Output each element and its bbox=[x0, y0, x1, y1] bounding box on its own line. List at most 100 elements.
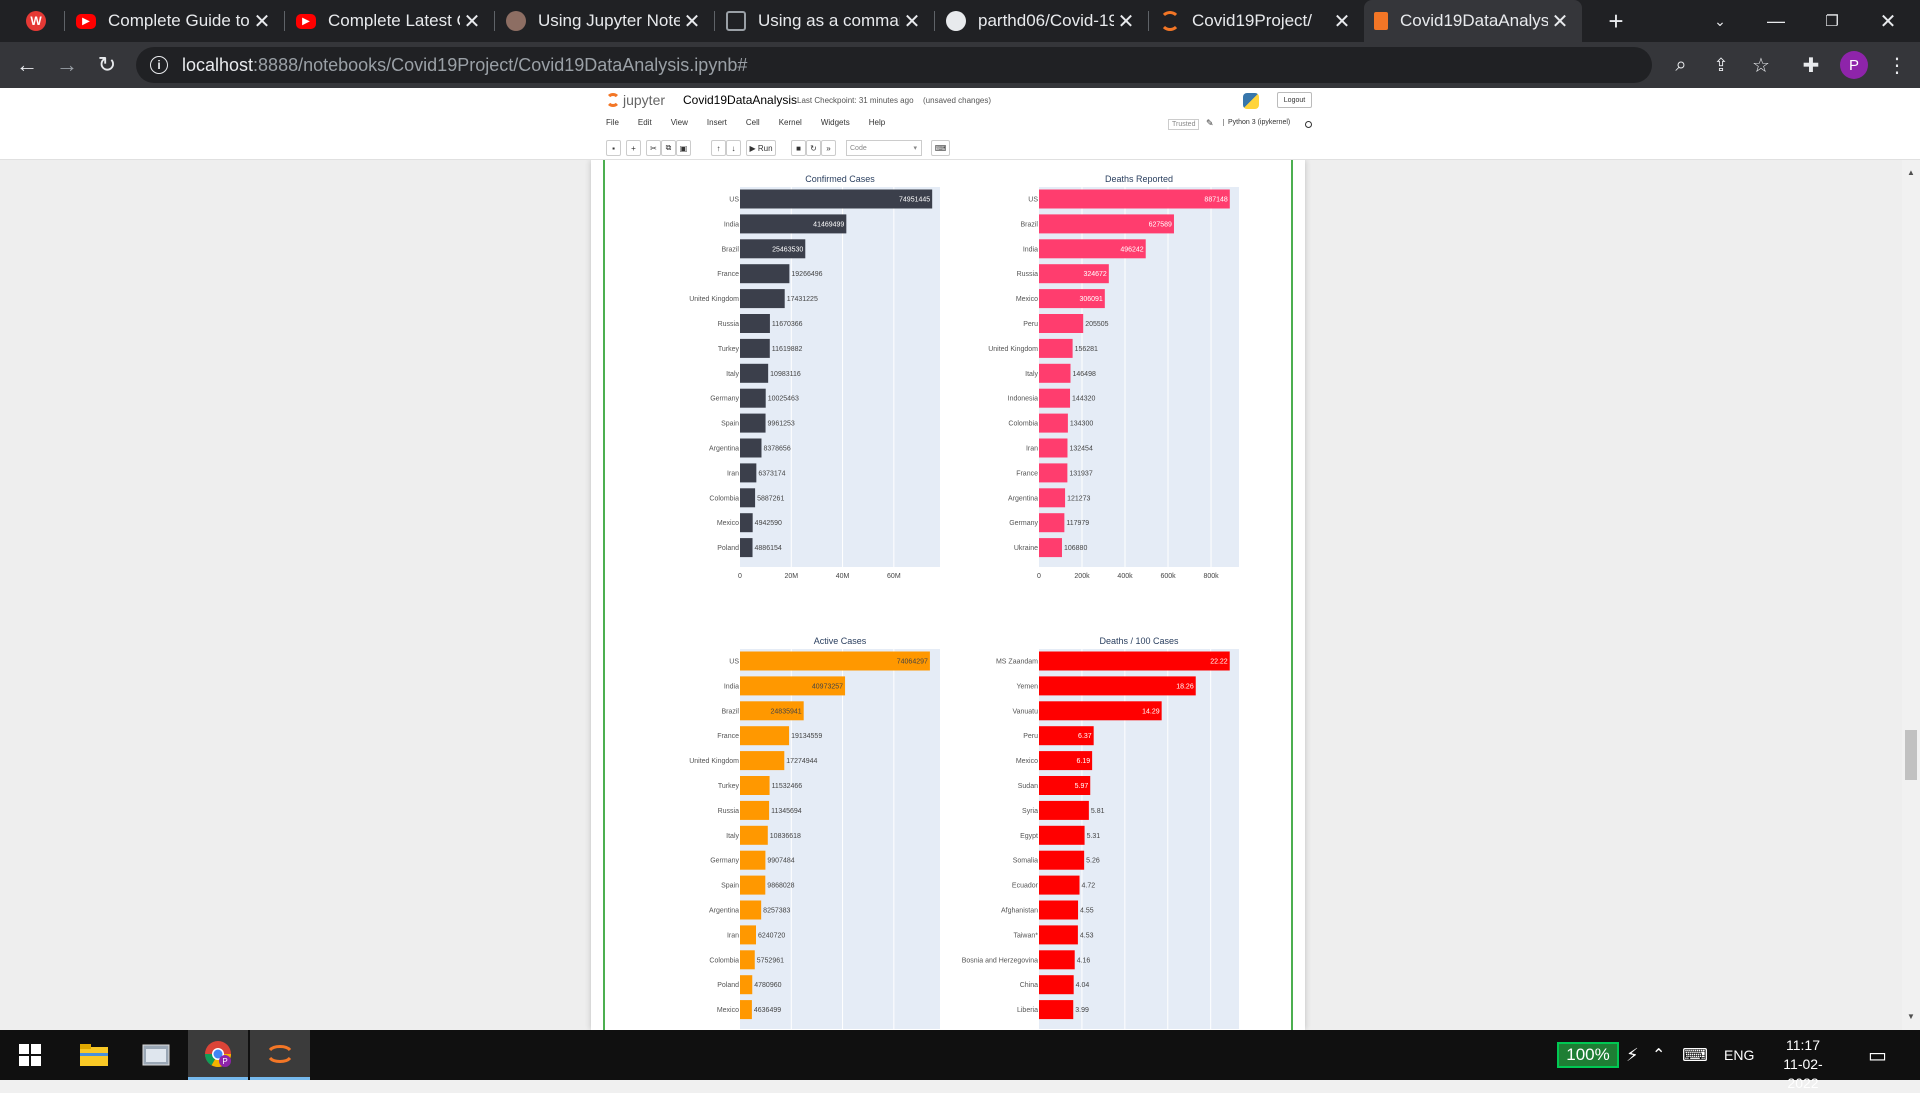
windows-start-icon[interactable] bbox=[0, 1030, 60, 1080]
jupyter-taskbar-icon[interactable] bbox=[250, 1030, 310, 1080]
zoom-icon[interactable]: ⌕ bbox=[1664, 48, 1698, 82]
vertical-scrollbar[interactable]: ▲ ▼ bbox=[1902, 160, 1920, 1030]
more-menu-icon[interactable]: ⋮ bbox=[1880, 48, 1914, 82]
tab-title: Using Jupyter Noteb bbox=[538, 11, 680, 30]
category-label: Peru bbox=[1023, 321, 1038, 328]
language-indicator[interactable]: ENG bbox=[1724, 1030, 1754, 1080]
kernel-name[interactable]: Python 3 (ipykernel) bbox=[1223, 119, 1290, 126]
data-label: 8257383 bbox=[763, 908, 790, 915]
bar bbox=[740, 850, 766, 870]
notebook-name[interactable]: Covid19DataAnalysis bbox=[683, 93, 797, 107]
jupyter-menubar: File Edit View Insert Cell Kernel Widget… bbox=[606, 118, 904, 134]
minimize-button[interactable]: — bbox=[1748, 0, 1804, 42]
bar bbox=[1039, 1000, 1074, 1020]
logout-button[interactable]: Logout bbox=[1277, 92, 1312, 108]
cut-icon[interactable]: ✂ bbox=[646, 140, 661, 156]
tab-separator bbox=[934, 11, 935, 31]
x-tick-label: 20M bbox=[784, 573, 798, 580]
close-icon[interactable]: ✕ bbox=[680, 9, 704, 34]
tab-1[interactable]: ▶ Complete Guide to C ✕ bbox=[66, 0, 284, 42]
chevron-up-icon[interactable]: ⌃ bbox=[1652, 1030, 1665, 1080]
scroll-up-icon[interactable]: ▲ bbox=[1902, 168, 1920, 177]
notification-icon[interactable]: ▭ bbox=[1868, 1030, 1887, 1080]
app-window-icon[interactable] bbox=[126, 1030, 186, 1080]
tab-4[interactable]: Using as a command ✕ bbox=[716, 0, 934, 42]
tab-2[interactable]: ▶ Complete Latest Cov ✕ bbox=[286, 0, 494, 42]
scrollbar-thumb[interactable] bbox=[1905, 730, 1917, 780]
menu-edit[interactable]: Edit bbox=[638, 118, 652, 134]
bar bbox=[1039, 800, 1089, 820]
interrupt-icon[interactable]: ■ bbox=[791, 140, 806, 156]
tab-3[interactable]: Using Jupyter Noteb ✕ bbox=[496, 0, 714, 42]
insert-cell-icon[interactable]: + bbox=[626, 140, 641, 156]
menu-kernel[interactable]: Kernel bbox=[779, 118, 802, 134]
data-label: 17431225 bbox=[787, 296, 818, 303]
chrome-icon[interactable]: P bbox=[188, 1030, 248, 1080]
close-icon[interactable]: ✕ bbox=[460, 9, 484, 34]
close-icon[interactable]: ✕ bbox=[1548, 9, 1572, 34]
tab-title: Complete Guide to C bbox=[108, 11, 250, 30]
tab-7[interactable]: Covid19DataAnalysis ✕ bbox=[1364, 0, 1582, 42]
data-label: 5.26 bbox=[1086, 858, 1100, 865]
keyboard-icon[interactable]: ⌨ bbox=[931, 140, 950, 156]
menu-insert[interactable]: Insert bbox=[707, 118, 727, 134]
github-icon bbox=[946, 11, 966, 31]
restore-button[interactable]: ❐ bbox=[1804, 0, 1860, 42]
category-label: Mexico bbox=[717, 520, 739, 527]
data-label: 9961253 bbox=[768, 421, 795, 428]
chart-title: Deaths / 100 Cases bbox=[1099, 636, 1179, 646]
tab-separator bbox=[284, 11, 285, 31]
tab-0[interactable]: W bbox=[18, 0, 56, 42]
menu-help[interactable]: Help bbox=[869, 118, 885, 134]
tab-separator bbox=[1148, 11, 1149, 31]
close-icon[interactable]: ✕ bbox=[900, 9, 924, 34]
paste-icon[interactable]: ▣ bbox=[676, 140, 691, 156]
reload-icon[interactable]: ↻ bbox=[90, 48, 124, 82]
trusted-badge[interactable]: Trusted bbox=[1168, 119, 1200, 130]
info-icon[interactable]: i bbox=[150, 56, 168, 74]
bookmark-star-icon[interactable]: ☆ bbox=[1744, 48, 1778, 82]
restart-icon[interactable]: ↻ bbox=[806, 140, 821, 156]
forward-arrow-icon[interactable]: → bbox=[50, 48, 84, 82]
menu-cell[interactable]: Cell bbox=[746, 118, 760, 134]
address-bar[interactable]: i localhost:8888/notebooks/Covid19Projec… bbox=[136, 47, 1652, 83]
category-label: Peru bbox=[1023, 733, 1038, 740]
bar bbox=[1039, 463, 1068, 483]
menu-view[interactable]: View bbox=[671, 118, 688, 134]
category-label: Germany bbox=[710, 858, 739, 865]
share-icon[interactable]: ⇪ bbox=[1704, 48, 1738, 82]
menu-widgets[interactable]: Widgets bbox=[821, 118, 850, 134]
pencil-icon[interactable]: ✎ bbox=[1206, 118, 1214, 129]
run-button[interactable]: ▶ Run bbox=[746, 140, 776, 156]
jupyter-logo[interactable]: jupyter bbox=[606, 92, 665, 108]
scroll-down-icon[interactable]: ▼ bbox=[1902, 1012, 1920, 1021]
new-tab-button[interactable]: + bbox=[1588, 0, 1644, 42]
menu-file[interactable]: File bbox=[606, 118, 619, 134]
close-icon[interactable]: ✕ bbox=[250, 9, 274, 34]
copy-icon[interactable]: ⧉ bbox=[661, 140, 676, 156]
file-explorer-icon[interactable] bbox=[64, 1030, 124, 1080]
category-label: India bbox=[1023, 246, 1038, 253]
bar bbox=[1039, 189, 1230, 209]
tab-6[interactable]: Covid19Project/ ✕ bbox=[1150, 0, 1364, 42]
category-label: United Kingdom bbox=[689, 758, 739, 765]
keyboard-icon[interactable]: ⌨ bbox=[1682, 1030, 1708, 1080]
close-icon[interactable]: ✕ bbox=[1114, 9, 1138, 34]
save-icon[interactable]: ▪ bbox=[606, 140, 621, 156]
fast-forward-icon[interactable]: » bbox=[821, 140, 836, 156]
move-up-icon[interactable]: ↑ bbox=[711, 140, 726, 156]
move-down-icon[interactable]: ↓ bbox=[726, 140, 741, 156]
category-label: Brazil bbox=[721, 246, 739, 253]
avatar[interactable]: P bbox=[1840, 51, 1868, 79]
bar bbox=[740, 800, 770, 820]
tab-5[interactable]: parthd06/Covid-19A ✕ bbox=[936, 0, 1148, 42]
cell-type-select[interactable]: Code ▾ bbox=[846, 140, 922, 156]
clock[interactable]: 11:17 11-02-2022 bbox=[1768, 1036, 1838, 1093]
extensions-puzzle-icon[interactable]: ✚ bbox=[1794, 48, 1828, 82]
chevron-down-icon[interactable]: ⌄ bbox=[1692, 0, 1748, 42]
chevron-down-icon: ▾ bbox=[913, 145, 917, 152]
close-window-button[interactable]: ✕ bbox=[1860, 0, 1916, 42]
close-icon[interactable]: ✕ bbox=[1330, 9, 1354, 34]
back-arrow-icon[interactable]: ← bbox=[10, 48, 44, 82]
battery-indicator[interactable]: 100% bbox=[1557, 1042, 1619, 1068]
